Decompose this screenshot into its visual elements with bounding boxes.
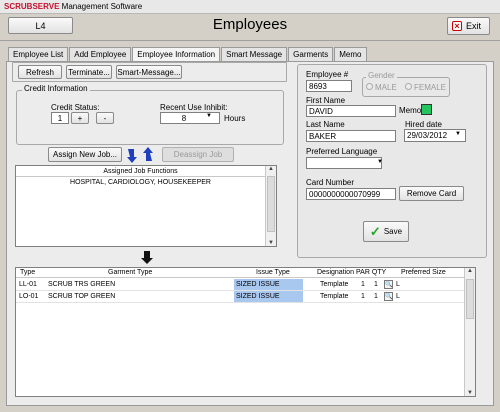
card-number-label: Card Number <box>306 178 355 187</box>
hours-label: Hours <box>224 114 246 123</box>
header-par-qty: PAR QTY <box>356 269 387 276</box>
memo-indicator-button[interactable] <box>421 104 432 115</box>
garment-row-type: LL-01 <box>19 281 37 288</box>
tab-memo[interactable]: Memo <box>334 47 367 61</box>
scroll-down-icon[interactable]: ▼ <box>266 240 276 246</box>
down-arrow-icon <box>140 251 154 265</box>
scrollbar-thumb[interactable] <box>267 176 275 232</box>
chevron-down-icon: ▼ <box>206 113 212 119</box>
preferred-language-select[interactable] <box>306 157 382 169</box>
brand-rest: Management Software <box>59 2 143 11</box>
header-issue-type: Issue Type <box>256 269 290 276</box>
refresh-button[interactable]: Refresh <box>18 65 62 79</box>
terminate-button[interactable]: Terminate... <box>66 65 112 79</box>
gender-female-label: FEMALE <box>414 83 447 92</box>
credit-status-label: Credit Status: <box>51 103 100 112</box>
chevron-down-icon: ▼ <box>377 159 383 165</box>
close-x-icon: × <box>452 21 462 31</box>
tab-smart-message[interactable]: Smart Message <box>221 47 288 61</box>
first-name-field[interactable]: DAVID <box>306 105 396 117</box>
garment-row-issue-type[interactable]: SIZED ISSUE <box>234 279 303 290</box>
header-divider <box>0 40 500 41</box>
scrollbar-thumb[interactable] <box>466 279 474 319</box>
garment-row[interactable]: LL-01 SCRUB TRS GREEN SIZED ISSUE Templa… <box>16 279 464 291</box>
first-name-label: First Name <box>306 96 346 105</box>
memo-label: Memo <box>399 106 422 115</box>
garment-row[interactable]: LO-01 SCRUB TOP GREEN SIZED ISSUE Templa… <box>16 291 464 303</box>
tab-garments[interactable]: Garments <box>288 47 334 61</box>
magnifier-icon[interactable]: 🔍 <box>384 292 393 301</box>
credit-minus-button[interactable]: - <box>96 112 114 124</box>
brand-part2: SERVE <box>32 2 60 11</box>
garment-row-size: L <box>396 293 400 300</box>
app-title-bar: SCRUBSERVE Management Software <box>0 0 500 14</box>
exit-button[interactable]: × Exit <box>447 17 490 35</box>
save-label: Save <box>383 227 403 236</box>
header-preferred-size: Preferred Size <box>401 269 446 276</box>
last-name-field[interactable]: BAKER <box>306 130 396 142</box>
garment-row-type: LO-01 <box>19 293 39 300</box>
scroll-down-icon[interactable]: ▼ <box>465 390 475 396</box>
scroll-up-icon[interactable]: ▲ <box>266 166 276 172</box>
preferred-language-label: Preferred Language <box>306 147 378 156</box>
garments-scrollbar[interactable]: ▲ ▼ <box>464 268 475 396</box>
tab-bar: Employee List Add Employee Employee Info… <box>8 47 368 62</box>
header-designation: Designation <box>317 269 354 276</box>
deassign-job-button[interactable]: Deassign Job <box>162 147 234 162</box>
recent-use-inhibit-label: Recent Use Inhibit: <box>160 103 228 112</box>
tab-employee-list[interactable]: Employee List <box>8 47 69 61</box>
garment-row-designation: Template <box>320 281 349 288</box>
job-function-row[interactable]: HOSPITAL, CARDIOLOGY, HOUSEKEEPER <box>16 178 265 188</box>
garments-header-row: Type Garment Type Issue Type Designation… <box>16 268 464 278</box>
brand-part1: SCRUB <box>4 2 33 11</box>
credit-plus-button[interactable]: + <box>71 112 89 124</box>
chevron-down-icon: ▼ <box>455 131 461 137</box>
last-name-label: Last Name <box>306 120 345 129</box>
assigned-job-functions-header: Assigned Job Functions <box>16 166 265 177</box>
gender-label: Gender <box>366 71 397 80</box>
location-code-button[interactable]: L4 <box>8 17 73 34</box>
garment-row-qty: 1 <box>374 281 378 288</box>
page-title: Employees <box>212 16 288 33</box>
employee-number-field[interactable]: 8693 <box>306 80 352 92</box>
garment-row-par: 1 <box>361 293 365 300</box>
hired-date-label: Hired date <box>405 120 442 129</box>
garment-row-size: L <box>396 281 400 288</box>
garment-row-qty: 1 <box>374 293 378 300</box>
header-type: Type <box>20 269 36 276</box>
transfer-arrows-icon <box>122 145 158 165</box>
employee-number-label: Employee # <box>306 70 349 79</box>
exit-label: Exit <box>466 21 482 31</box>
gender-male-radio[interactable] <box>366 83 373 90</box>
garment-row-par: 1 <box>361 281 365 288</box>
gender-female-radio[interactable] <box>405 83 412 90</box>
gender-male-label: MALE <box>375 83 397 92</box>
tab-add-employee[interactable]: Add Employee <box>69 47 132 61</box>
job-functions-scrollbar[interactable]: ▲ ▼ <box>265 166 276 246</box>
garment-row-name: SCRUB TRS GREEN <box>48 281 116 288</box>
magnifier-icon[interactable]: 🔍 <box>384 280 393 289</box>
save-button[interactable]: ✓ Save <box>363 221 409 242</box>
smart-message-button[interactable]: Smart-Message... <box>116 65 182 79</box>
header-garment-type: Garment Type <box>108 269 153 276</box>
assign-new-job-button[interactable]: Assign New Job... <box>48 147 122 162</box>
checkmark-icon: ✓ <box>369 223 381 239</box>
card-number-field[interactable]: 0000000000070999 <box>306 188 396 200</box>
garment-row-name: SCRUB TOP GREEN <box>48 293 116 300</box>
scroll-up-icon[interactable]: ▲ <box>465 268 475 274</box>
garment-row-designation: Template <box>320 293 349 300</box>
tab-employee-information[interactable]: Employee Information <box>132 47 221 62</box>
garment-row-issue-type[interactable]: SIZED ISSUE <box>234 291 303 302</box>
credit-status-field[interactable]: 1 <box>51 112 69 124</box>
credit-information-title: Credit Information <box>22 84 90 93</box>
remove-card-button[interactable]: Remove Card <box>399 186 464 201</box>
